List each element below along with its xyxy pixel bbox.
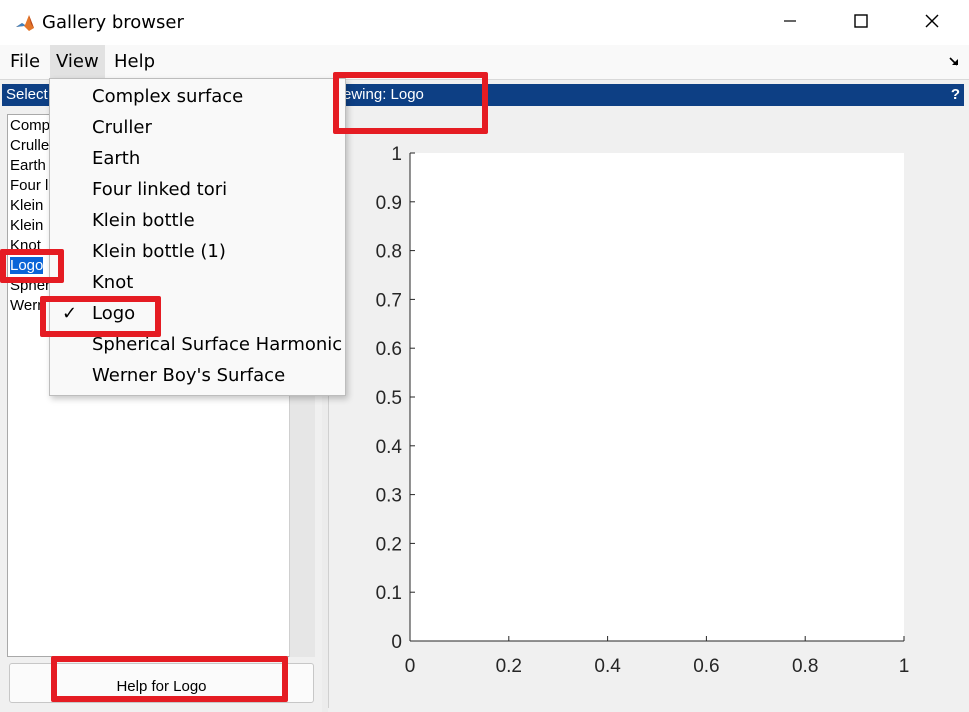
view-menu-item-label: Spherical Surface Harmonic (92, 334, 343, 355)
view-menu-item-label: Klein bottle (1) (92, 241, 226, 262)
help-question-icon[interactable]: ? (951, 84, 960, 106)
window-title: Gallery browser (42, 12, 184, 33)
y-tick-label: 0.8 (376, 242, 402, 263)
x-tick-label: 0.8 (792, 656, 818, 677)
minimize-icon (782, 13, 798, 33)
view-menu-item[interactable]: Knot (50, 267, 345, 298)
highlight-list-logo (0, 249, 64, 283)
plot-axes: 0 0.2 0.4 0.6 0.8 1 0 0.1 0.2 0.3 0.4 0.5 0.6 0.7 0.8 0… (376, 144, 910, 677)
highlight-menu-logo (40, 296, 161, 337)
view-menu-item[interactable]: Four linked tori (50, 174, 345, 205)
y-tick-label: 0.4 (376, 437, 403, 458)
list-item-label: Klein (10, 217, 44, 234)
view-menu-item-label: Cruller (92, 117, 152, 138)
y-tick-label: 1 (391, 144, 402, 165)
y-tick-label: 0.3 (376, 486, 402, 507)
view-menu-item-label: Knot (92, 272, 134, 293)
menu-file[interactable]: File (4, 45, 46, 79)
x-tick-label: 0 (405, 656, 416, 677)
y-tick-label: 0.5 (376, 388, 402, 409)
close-icon (924, 13, 940, 33)
x-tick-label: 0.4 (594, 656, 621, 677)
minimize-button[interactable] (766, 0, 814, 45)
view-menu-item[interactable]: Klein bottle (1) (50, 236, 345, 267)
highlight-help-button (51, 656, 288, 702)
y-tick-label: 0.6 (376, 339, 402, 360)
view-menu-item-label: Werner Boy's Surface (92, 365, 286, 386)
matlab-icon (14, 12, 36, 34)
view-menu-item-label: Earth (92, 148, 141, 169)
highlight-viewing-title (333, 72, 488, 134)
y-tick-label: 0 (391, 632, 402, 653)
list-item-label: Four l (10, 177, 49, 194)
y-tick-label: 0.9 (376, 193, 402, 214)
view-menu-item-label: Four linked tori (92, 179, 228, 200)
list-item-label: Crulle (10, 137, 50, 154)
view-menu-item-label: Klein bottle (92, 210, 195, 231)
view-menu-item[interactable]: Werner Boy's Surface (50, 360, 345, 391)
view-menu-item[interactable]: Cruller (50, 112, 345, 143)
maximize-icon (853, 13, 869, 33)
y-tick-label: 0.2 (376, 534, 402, 555)
y-tick-label: 0.1 (376, 583, 402, 604)
list-item-label: Earth (10, 157, 46, 174)
y-tick-label: 0.7 (376, 290, 402, 311)
view-menu-dropdown: Complex surface Cruller Earth Four linked t… (49, 78, 346, 396)
x-tick-label: 0.6 (693, 656, 719, 677)
x-tick-label: 1 (899, 656, 910, 677)
list-item-label: Klein (10, 197, 44, 214)
x-tick-label: 0.2 (496, 656, 522, 677)
list-item-label: Comp (10, 117, 51, 134)
view-menu-item-label: Complex surface (92, 86, 244, 107)
close-button[interactable] (908, 0, 956, 45)
undock-icon[interactable] (946, 54, 962, 70)
view-menu-item[interactable]: Earth (50, 143, 345, 174)
maximize-button[interactable] (837, 0, 885, 45)
menu-help[interactable]: Help (108, 45, 161, 79)
view-menu-item[interactable]: Klein bottle (50, 205, 345, 236)
view-menu-item[interactable]: Complex surface (50, 81, 345, 112)
menu-view[interactable]: View (50, 45, 105, 79)
